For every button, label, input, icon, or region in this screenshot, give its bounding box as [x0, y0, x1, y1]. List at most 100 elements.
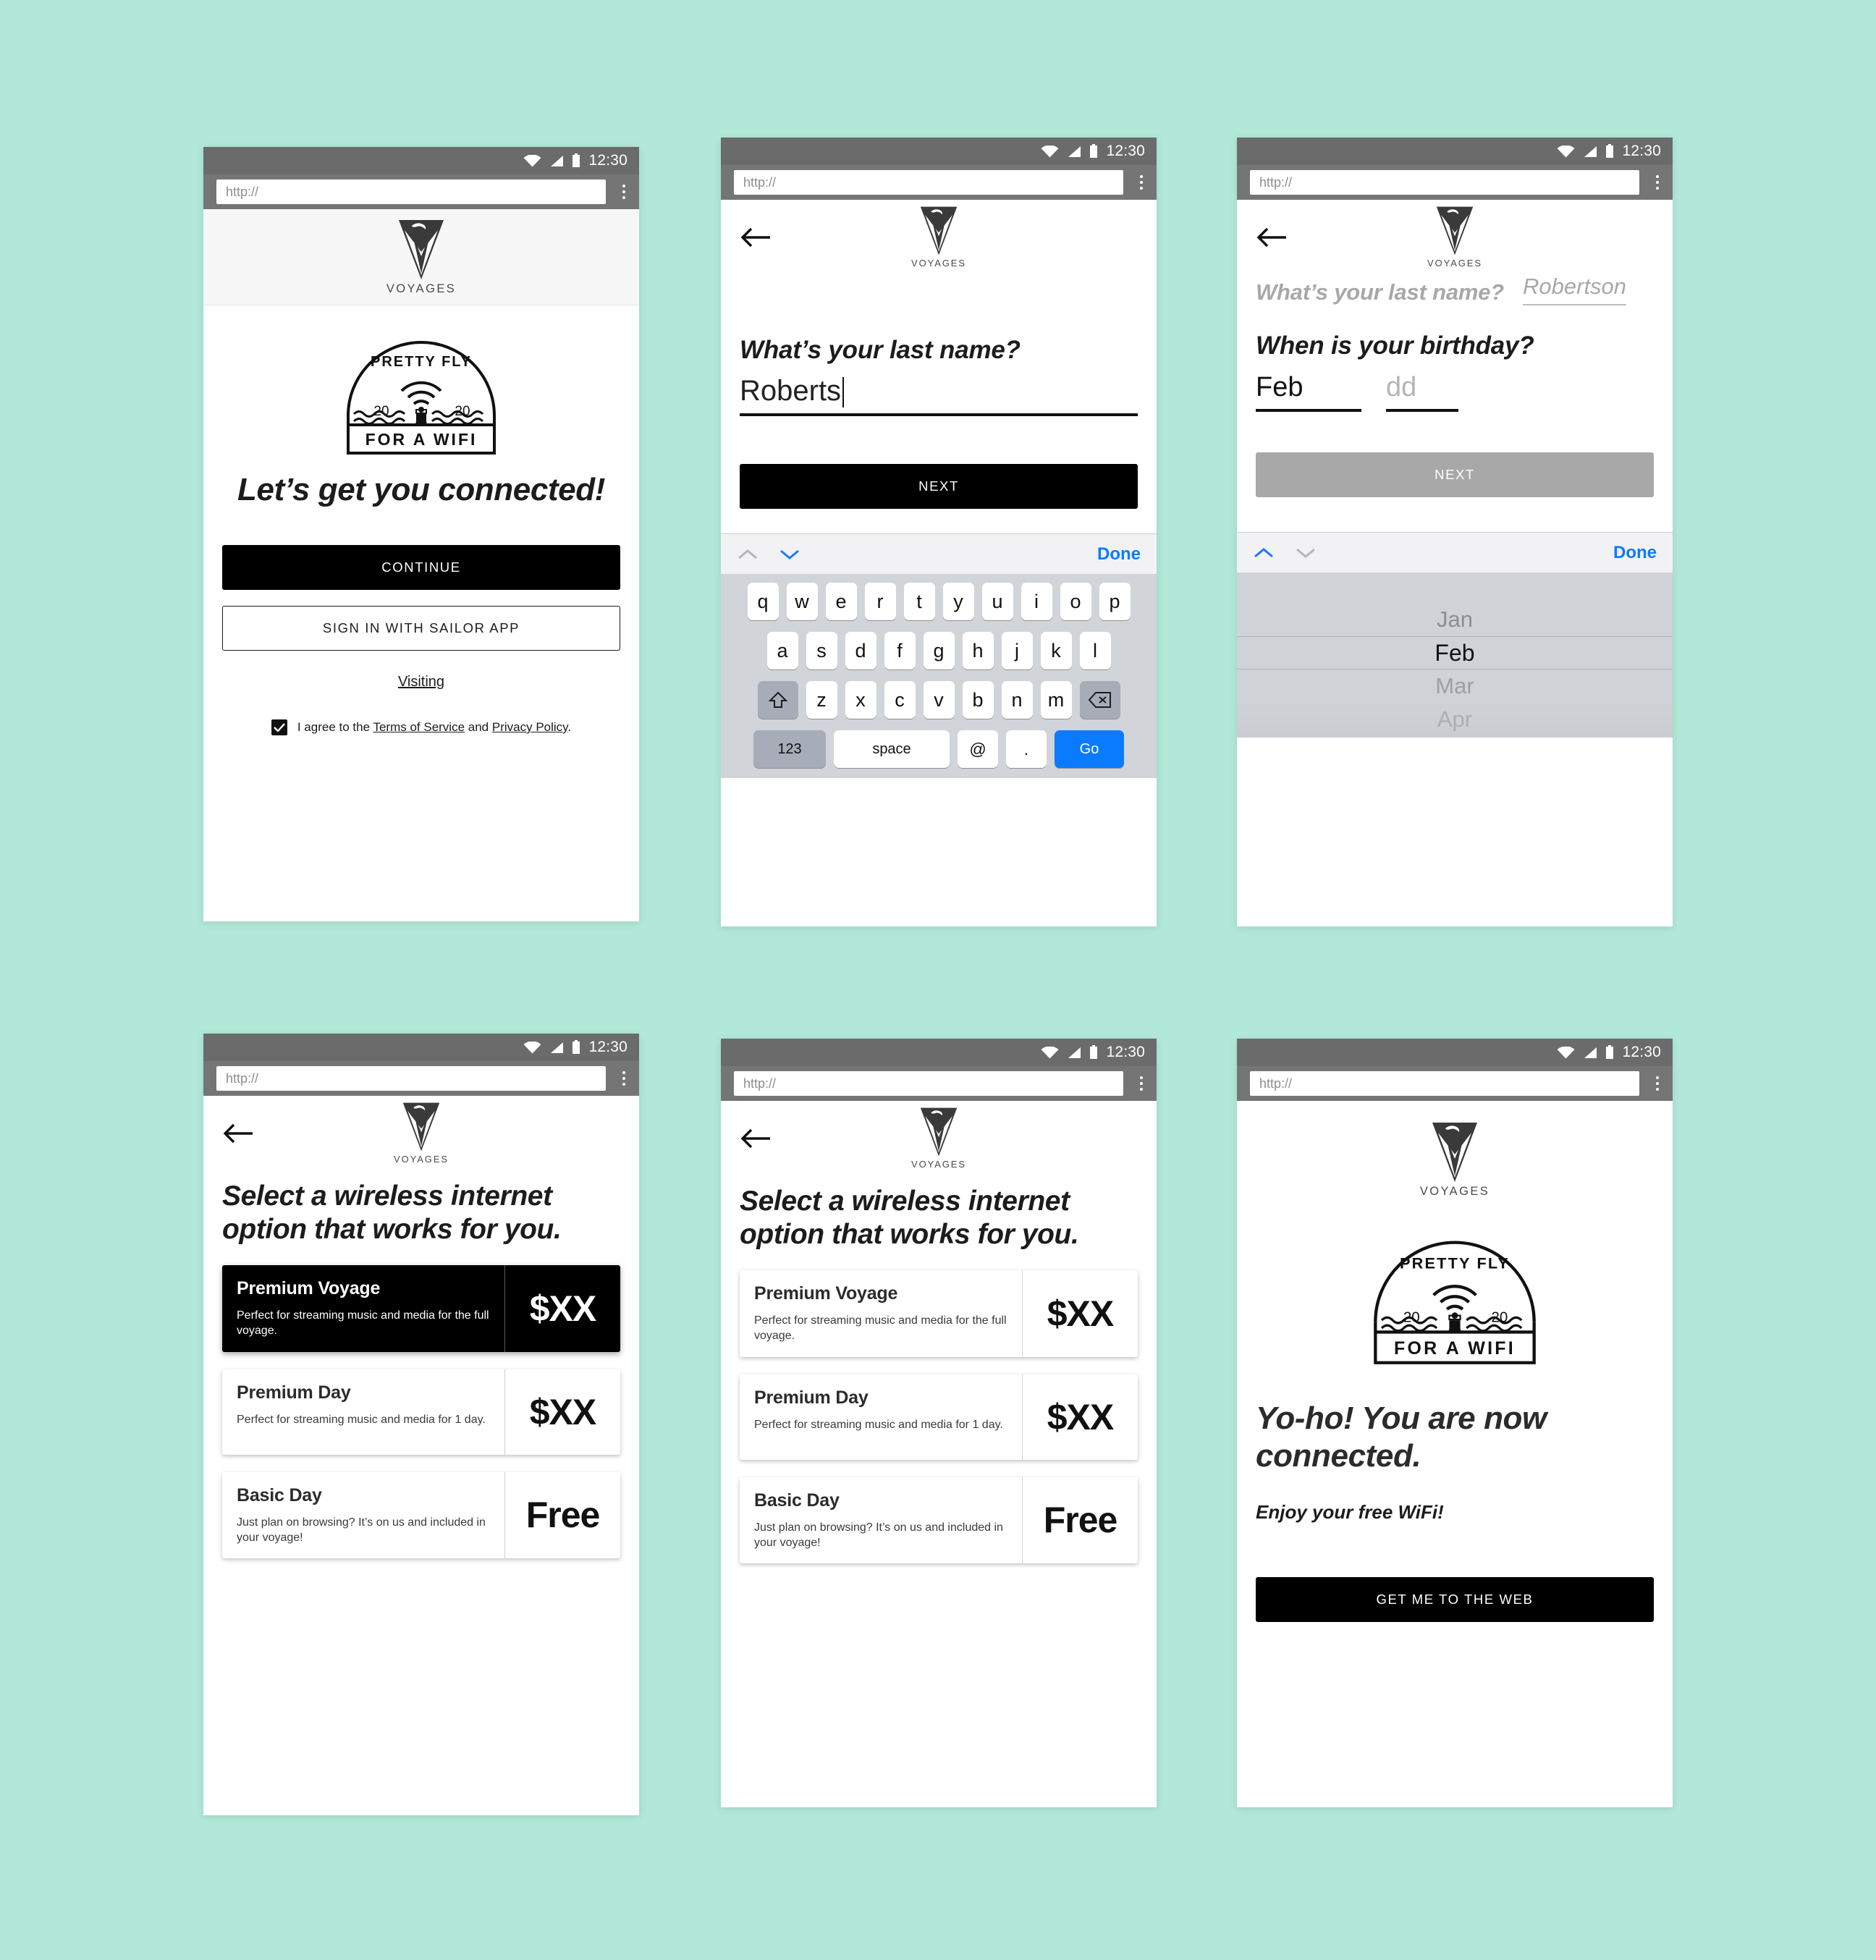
go-key[interactable]: Go — [1055, 730, 1124, 768]
key-w[interactable]: w — [786, 583, 818, 620]
url-input[interactable]: http:// — [216, 179, 606, 204]
numeric-key[interactable]: 123 — [753, 730, 826, 768]
key-d[interactable]: d — [845, 632, 876, 669]
virgin-triangle-logo — [920, 1107, 958, 1157]
key-n[interactable]: n — [1001, 681, 1033, 719]
back-arrow-icon[interactable] — [740, 225, 772, 250]
key-u[interactable]: u — [981, 583, 1013, 620]
month-field[interactable]: Feb — [1256, 372, 1361, 412]
key-k[interactable]: k — [1040, 632, 1072, 669]
wifi-icon — [523, 154, 541, 167]
day-field[interactable]: dd — [1386, 372, 1458, 412]
plan-card-basic-day[interactable]: Basic Day Just plan on browsing? It’s on… — [740, 1477, 1138, 1564]
key-b[interactable]: b — [962, 681, 994, 719]
key-q[interactable]: q — [747, 583, 779, 620]
status-bar: 12:30 — [1237, 138, 1673, 165]
keyboard-row-2: a s d f g h j k l — [727, 632, 1151, 669]
key-g[interactable]: g — [923, 632, 955, 669]
key-f[interactable]: f — [884, 632, 916, 669]
picker-wheel[interactable]: Jan Feb Mar Apr — [1237, 573, 1673, 738]
privacy-policy-link[interactable]: Privacy Policy — [492, 720, 568, 734]
back-arrow-icon[interactable] — [740, 1126, 772, 1151]
next-button[interactable]: NEXT — [1256, 452, 1654, 497]
terms-of-service-link[interactable]: Terms of Service — [373, 720, 465, 734]
birthday-fields: Feb dd — [1256, 372, 1654, 412]
next-button[interactable]: NEXT — [740, 464, 1138, 509]
plan-description: Just plan on browsing? It’s on us and in… — [237, 1516, 486, 1544]
plan-name: Premium Voyage — [754, 1283, 898, 1304]
key-z[interactable]: z — [806, 681, 837, 719]
battery-icon — [1605, 1045, 1614, 1060]
key-y[interactable]: y — [942, 583, 974, 620]
key-o[interactable]: o — [1060, 583, 1091, 620]
picker-option-apr[interactable]: Apr — [1237, 703, 1673, 736]
picker-option-mar[interactable]: Mar — [1237, 669, 1673, 703]
terms-checkbox[interactable] — [271, 719, 287, 735]
kebab-menu-icon[interactable] — [1647, 175, 1668, 190]
plan-card-premium-voyage[interactable]: Premium Voyage Perfect for streaming mus… — [740, 1270, 1138, 1357]
visiting-link[interactable]: Visiting — [398, 674, 444, 690]
plan-card-premium-day[interactable]: Premium Day Perfect for streaming music … — [222, 1369, 620, 1455]
plan-card-premium-voyage[interactable]: Premium Voyage Perfect for streaming mus… — [222, 1265, 620, 1352]
page-title: Select a wireless internet option that w… — [222, 1180, 562, 1246]
key-a[interactable]: a — [766, 632, 798, 669]
virgin-triangle-logo — [402, 1102, 440, 1152]
get-me-to-the-web-button[interactable]: GET ME TO THE WEB — [1256, 1576, 1654, 1622]
kebab-menu-icon[interactable] — [1647, 1076, 1668, 1091]
url-input[interactable]: http:// — [734, 1071, 1123, 1096]
picker-done-button[interactable]: Done — [1613, 543, 1657, 563]
picker-option-feb[interactable]: Feb — [1237, 636, 1673, 669]
backspace-key-icon[interactable] — [1079, 681, 1120, 719]
page-title: Select a wireless internet option that w… — [740, 1186, 1079, 1251]
picker-option-jan[interactable]: Jan — [1237, 603, 1673, 636]
key-e[interactable]: e — [825, 583, 857, 620]
sign-in-sailor-app-button[interactable]: SIGN IN WITH SAILOR APP — [222, 605, 620, 651]
chevron-down-icon[interactable] — [1295, 546, 1317, 559]
plan-description: Just plan on browsing? It’s on us and in… — [754, 1521, 1003, 1549]
virgin-triangle-logo — [1436, 206, 1474, 255]
kebab-menu-icon[interactable] — [613, 1071, 635, 1086]
chevron-up-icon[interactable] — [1253, 546, 1275, 559]
key-s[interactable]: s — [806, 632, 837, 669]
key-r[interactable]: r — [864, 583, 896, 620]
answered-last-name-row[interactable]: What’s your last name? Robertson — [1256, 266, 1654, 305]
key-t[interactable]: t — [903, 583, 935, 620]
url-input[interactable]: http:// — [1250, 1071, 1639, 1096]
month-value: Feb — [1256, 372, 1304, 402]
plans-body: VOYAGES Select a wireless internet optio… — [721, 1101, 1157, 1564]
key-p[interactable]: p — [1099, 583, 1131, 620]
plan-price: Free — [525, 1495, 601, 1536]
brand-wordmark: VOYAGES — [911, 258, 966, 269]
back-arrow-icon[interactable] — [222, 1121, 254, 1146]
shift-key-icon[interactable] — [757, 681, 798, 719]
kebab-menu-icon[interactable] — [1131, 175, 1152, 190]
chevron-down-icon[interactable] — [779, 548, 800, 561]
key-j[interactable]: j — [1001, 632, 1033, 669]
url-input[interactable]: http:// — [216, 1066, 606, 1091]
url-input[interactable]: http:// — [734, 170, 1123, 195]
back-arrow-icon[interactable] — [1256, 225, 1288, 250]
space-key[interactable]: space — [834, 730, 950, 768]
plan-card-premium-day[interactable]: Premium Day Perfect for streaming music … — [740, 1374, 1138, 1460]
kebab-menu-icon[interactable] — [613, 185, 635, 199]
key-x[interactable]: x — [845, 681, 876, 719]
plan-description: Perfect for streaming music and media fo… — [754, 1418, 1003, 1431]
key-c[interactable]: c — [884, 681, 916, 719]
last-name-field[interactable]: Roberts — [740, 375, 1138, 416]
chevron-up-icon[interactable] — [737, 548, 759, 561]
url-input[interactable]: http:// — [1250, 170, 1639, 195]
keyboard-row-3: z x c v b n m — [727, 681, 1151, 719]
keyboard-keys: q w e r t y u i o p a s d f g h j k l z … — [721, 574, 1157, 778]
at-key[interactable]: @ — [958, 730, 998, 768]
key-i[interactable]: i — [1021, 583, 1052, 620]
key-l[interactable]: l — [1079, 632, 1111, 669]
key-h[interactable]: h — [962, 632, 994, 669]
continue-button[interactable]: CONTINUE — [222, 544, 620, 590]
key-m[interactable]: m — [1040, 681, 1072, 719]
signal-icon — [1067, 145, 1081, 158]
kebab-menu-icon[interactable] — [1131, 1076, 1152, 1091]
key-v[interactable]: v — [923, 681, 955, 719]
keyboard-done-button[interactable]: Done — [1097, 544, 1141, 565]
plan-card-basic-day[interactable]: Basic Day Just plan on browsing? It’s on… — [222, 1471, 620, 1559]
period-key[interactable]: . — [1006, 730, 1047, 768]
